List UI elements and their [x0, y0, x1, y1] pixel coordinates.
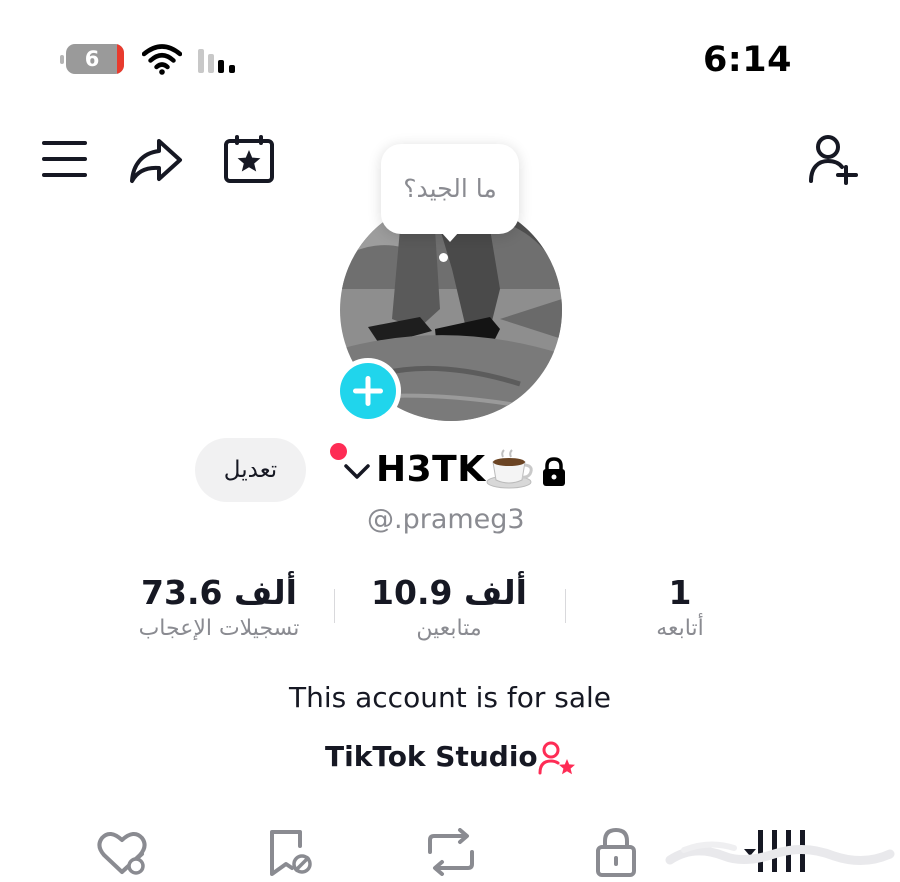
liked-hidden-icon[interactable]	[96, 828, 150, 878]
likes-label: تسجيلات الإعجاب	[138, 616, 300, 641]
stat-divider	[565, 589, 566, 623]
favorites-hidden-icon[interactable]	[266, 828, 314, 878]
profile-bio: This account is for sale	[289, 681, 611, 714]
menu-icon[interactable]	[41, 139, 89, 179]
tooltip-dot	[439, 253, 448, 262]
edit-profile-button[interactable]: تعديل	[195, 438, 306, 502]
stat-followers[interactable]: 10.9 ألف متابعين	[339, 572, 559, 644]
calendar-star-icon[interactable]	[222, 133, 276, 185]
tooltip-bubble: ما الجيد؟	[381, 144, 519, 234]
stat-divider	[334, 589, 335, 623]
watermark-logo	[665, 841, 895, 865]
followers-label: متابعين	[416, 616, 482, 641]
battery-level: 6	[84, 47, 100, 71]
creator-star-icon[interactable]	[537, 740, 577, 776]
battery-tip	[60, 55, 64, 64]
battery-indicator: 6	[66, 44, 124, 74]
stat-following[interactable]: 1 أتابعه	[570, 572, 790, 644]
likes-count: 73.6 ألف	[141, 573, 297, 612]
add-friend-icon[interactable]	[808, 133, 864, 185]
add-avatar-button[interactable]	[335, 358, 401, 424]
following-label: أتابعه	[656, 616, 704, 641]
stat-likes: 73.6 ألف تسجيلات الإعجاب	[109, 572, 329, 644]
wifi-icon	[142, 44, 182, 75]
private-lock-icon	[543, 457, 565, 486]
username[interactable]: H3TK	[376, 446, 486, 494]
followers-count: 10.9 ألف	[371, 573, 527, 612]
chevron-down-icon[interactable]	[343, 461, 371, 481]
tiktok-studio-link[interactable]: TikTok Studio	[325, 740, 538, 773]
cellular-signal-icon	[198, 49, 235, 73]
plus-icon	[353, 376, 383, 406]
notification-dot	[330, 443, 347, 460]
private-videos-lock-icon[interactable]	[594, 826, 638, 878]
share-icon[interactable]	[128, 136, 184, 186]
coffee-emoji-icon	[486, 449, 533, 489]
profile-handle: @.prameg3	[367, 504, 525, 535]
repost-icon[interactable]	[426, 828, 476, 876]
status-time: 6:14	[702, 40, 792, 80]
tooltip-tail	[441, 232, 459, 242]
following-count: 1	[668, 573, 692, 612]
